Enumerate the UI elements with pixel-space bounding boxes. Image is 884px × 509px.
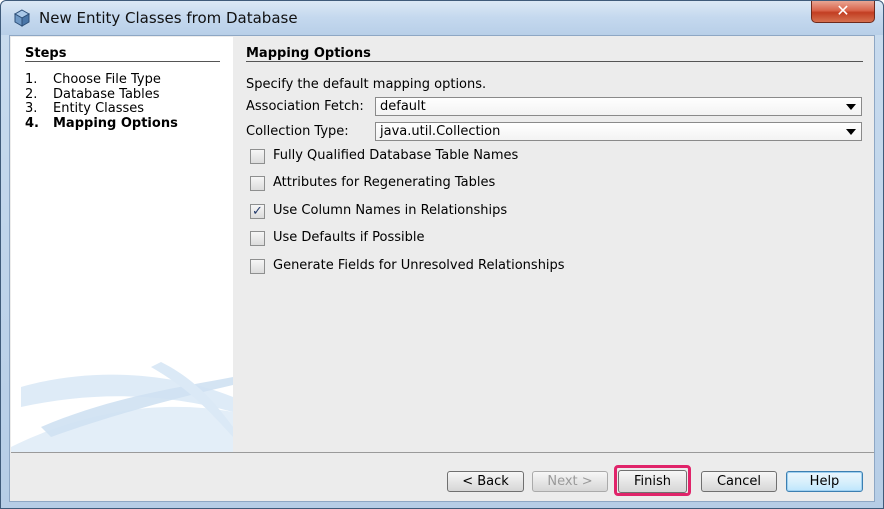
finish-button[interactable]: Finish <box>618 470 687 493</box>
wizard-body: Steps 1. Choose File Type 2. Database Tabl… <box>9 35 875 502</box>
step-mapping-options: 4. Mapping Options <box>25 116 178 131</box>
back-button[interactable]: < Back <box>447 471 524 492</box>
panel-description: Specify the default mapping options. <box>246 77 487 92</box>
window-title: New Entity Classes from Database <box>39 9 298 27</box>
association-fetch-label: Association Fetch: <box>246 99 364 114</box>
wizard-window: New Entity Classes from Database ✕ Steps… <box>0 0 884 509</box>
collection-type-select[interactable]: java.util.Collection <box>375 122 862 141</box>
decorative-swoosh <box>11 362 233 452</box>
footer-divider <box>11 452 874 453</box>
close-icon: ✕ <box>836 1 850 20</box>
checkbox[interactable]: ✓ <box>250 204 265 219</box>
step-entity-classes: 3. Entity Classes <box>25 101 144 116</box>
option-label: Use Defaults if Possible <box>273 230 425 245</box>
mapping-options-panel: Mapping Options Specify the default mapp… <box>233 37 874 452</box>
checkmark-icon: ✓ <box>252 204 263 219</box>
steps-panel: Steps 1. Choose File Type 2. Database Tabl… <box>11 37 233 452</box>
panel-title: Mapping Options <box>246 46 371 61</box>
step-number: 3. <box>25 101 38 116</box>
step-label: Mapping Options <box>53 116 178 131</box>
step-label: Choose File Type <box>53 72 161 87</box>
title-bar[interactable]: New Entity Classes from Database ✕ <box>1 1 883 35</box>
checkbox[interactable] <box>250 176 265 191</box>
step-label: Database Tables <box>53 87 160 102</box>
association-fetch-select[interactable]: default <box>375 97 862 116</box>
steps-divider <box>25 61 220 62</box>
step-database-tables: 2. Database Tables <box>25 87 160 102</box>
help-button[interactable]: Help <box>786 471 863 492</box>
option-label: Fully Qualified Database Table Names <box>273 148 519 163</box>
checkbox[interactable] <box>250 149 265 164</box>
checkbox[interactable] <box>250 259 265 274</box>
panel-divider <box>246 61 863 62</box>
step-number: 2. <box>25 87 38 102</box>
step-number: 4. <box>25 116 39 131</box>
option-label: Attributes for Regenerating Tables <box>273 175 496 190</box>
step-choose-file-type: 1. Choose File Type <box>25 72 161 87</box>
chevron-down-icon <box>846 104 856 110</box>
step-label: Entity Classes <box>53 101 145 116</box>
cancel-button[interactable]: Cancel <box>701 471 777 492</box>
collection-type-value: java.util.Collection <box>380 124 501 139</box>
association-fetch-value: default <box>380 99 426 114</box>
steps-heading: Steps <box>25 46 67 61</box>
close-button[interactable]: ✕ <box>811 1 875 23</box>
collection-type-label: Collection Type: <box>246 124 349 139</box>
cube-icon <box>13 9 31 27</box>
checkbox[interactable] <box>250 231 265 246</box>
chevron-down-icon <box>846 129 856 135</box>
next-button[interactable]: Next > <box>532 471 608 492</box>
option-label: Generate Fields for Unresolved Relations… <box>273 258 565 273</box>
option-label: Use Column Names in Relationships <box>273 203 508 218</box>
step-number: 1. <box>25 72 38 87</box>
